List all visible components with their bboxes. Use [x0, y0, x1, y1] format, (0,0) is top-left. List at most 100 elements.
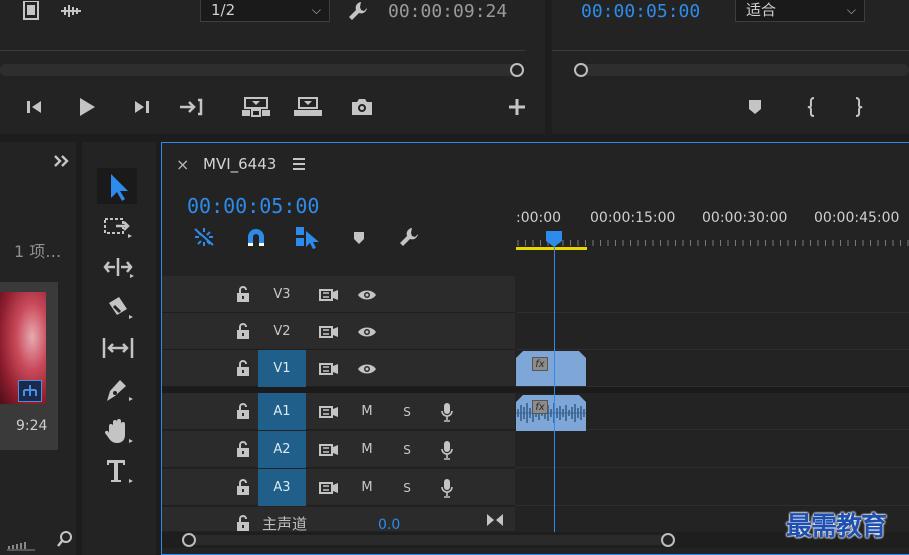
slip-tool-icon[interactable]: [99, 334, 137, 362]
nest-toggle-icon[interactable]: [190, 224, 218, 250]
scrollbar-right-handle[interactable]: [661, 533, 675, 547]
track-name-v3[interactable]: V3: [258, 276, 306, 313]
microphone-icon[interactable]: [434, 431, 460, 468]
source-zoom-scrollbar[interactable]: [0, 64, 520, 76]
source-timeline-ruler[interactable]: [0, 40, 525, 62]
source-timecode[interactable]: 00:00:09:24: [388, 1, 507, 22]
audio-waveform-icon[interactable]: [58, 0, 84, 22]
add-marker-icon[interactable]: [744, 94, 766, 120]
master-label: 主声道: [262, 515, 308, 533]
hand-tool-icon[interactable]: [99, 416, 137, 446]
search-icon[interactable]: [54, 528, 76, 550]
lock-icon[interactable]: [236, 403, 250, 419]
sync-lock-icon[interactable]: [314, 393, 344, 430]
lock-icon[interactable]: [236, 360, 250, 376]
lock-icon[interactable]: [236, 323, 250, 339]
video-clip[interactable]: fx: [516, 351, 586, 386]
sync-lock-icon[interactable]: [314, 431, 344, 468]
track-lane-a3[interactable]: [516, 469, 909, 506]
tab-menu-icon[interactable]: [290, 154, 308, 174]
track-header-v3[interactable]: V3: [162, 276, 515, 313]
master-volume-value[interactable]: 0.0: [378, 517, 400, 533]
microphone-icon[interactable]: [434, 393, 460, 430]
clip-thumbnail[interactable]: 9:24: [0, 282, 58, 450]
playhead-handle[interactable]: [545, 230, 563, 248]
sequence-tab[interactable]: MVI_6443: [203, 155, 276, 173]
track-name-a2[interactable]: A2: [258, 431, 306, 468]
solo-button[interactable]: S: [394, 393, 420, 430]
track-lane-v2[interactable]: [516, 313, 909, 350]
track-name-a1[interactable]: A1: [258, 393, 306, 430]
time-ruler[interactable]: [516, 200, 909, 252]
master-track-header[interactable]: 主声道 0.0: [162, 507, 515, 533]
sync-lock-icon[interactable]: [314, 350, 344, 387]
microphone-icon[interactable]: [434, 469, 460, 506]
track-header-a3[interactable]: A3 M S: [162, 469, 515, 506]
solo-button[interactable]: S: [394, 431, 420, 468]
mark-out-icon[interactable]: [848, 94, 870, 120]
track-name-v2[interactable]: V2: [258, 313, 306, 350]
fx-badge[interactable]: fx: [532, 357, 548, 371]
timeline-scrollbar-thumb[interactable]: [184, 535, 674, 545]
eye-icon[interactable]: [352, 276, 382, 313]
wrench-icon[interactable]: [346, 0, 370, 22]
bowtie-icon[interactable]: [486, 513, 504, 527]
overwrite-icon[interactable]: [292, 94, 324, 120]
type-tool-icon[interactable]: [99, 456, 137, 486]
track-header-a2[interactable]: A2 M S: [162, 431, 515, 468]
selection-tool[interactable]: [97, 168, 137, 204]
mute-button[interactable]: M: [354, 469, 380, 506]
lock-icon[interactable]: [236, 515, 250, 531]
track-select-tool-icon[interactable]: [99, 214, 137, 240]
step-back-icon[interactable]: [22, 94, 48, 120]
ripple-edit-tool-icon[interactable]: [99, 254, 137, 280]
panel-overflow-icon[interactable]: [50, 150, 72, 172]
lock-icon[interactable]: [236, 441, 250, 457]
timeline-settings-wrench-icon[interactable]: [396, 224, 422, 250]
razor-tool-icon[interactable]: [99, 294, 137, 322]
track-header-a1[interactable]: A1 M S: [162, 393, 515, 430]
step-forward-icon[interactable]: [128, 94, 154, 120]
eye-icon[interactable]: [352, 313, 382, 350]
program-zoom-scrollbar[interactable]: [574, 64, 909, 76]
eye-icon[interactable]: [352, 350, 382, 387]
program-scrollbar-handle[interactable]: [574, 63, 588, 77]
zoom-slider-icon[interactable]: [6, 536, 36, 551]
sync-lock-icon[interactable]: [314, 313, 344, 350]
close-tab-icon[interactable]: ×: [176, 155, 189, 174]
track-lane-v3[interactable]: [516, 276, 909, 313]
fx-badge[interactable]: fx: [532, 400, 548, 414]
track-name-a3[interactable]: A3: [258, 469, 306, 506]
lock-icon[interactable]: [236, 479, 250, 495]
track-header-v2[interactable]: V2: [162, 313, 515, 350]
program-timeline-ruler[interactable]: [552, 40, 909, 62]
pen-tool-icon[interactable]: [99, 376, 137, 404]
track-lane-a2[interactable]: [516, 431, 909, 468]
camera-icon[interactable]: [348, 94, 376, 120]
insert-icon[interactable]: [240, 94, 272, 120]
play-icon[interactable]: [74, 94, 100, 120]
lock-icon[interactable]: [236, 286, 250, 302]
mark-in-icon[interactable]: [800, 94, 822, 120]
linked-selection-icon[interactable]: [292, 224, 322, 250]
timeline-timecode[interactable]: 00:00:05:00: [187, 194, 319, 218]
track-header-v1[interactable]: V1: [162, 350, 515, 387]
resolution-select[interactable]: 1/2 ⌵: [200, 0, 330, 22]
solo-button[interactable]: S: [394, 469, 420, 506]
program-timecode[interactable]: 00:00:05:00: [581, 1, 700, 22]
film-strip-icon[interactable]: [20, 0, 42, 22]
go-to-out-icon[interactable]: [178, 94, 206, 120]
audio-clip[interactable]: fx: [516, 395, 586, 431]
add-marker-icon[interactable]: [348, 226, 370, 250]
mute-button[interactable]: M: [354, 431, 380, 468]
add-button-icon[interactable]: [504, 94, 530, 120]
sync-lock-icon[interactable]: [314, 469, 344, 506]
sync-lock-icon[interactable]: [314, 276, 344, 313]
track-name-v1[interactable]: V1: [258, 350, 306, 387]
mute-button[interactable]: M: [354, 393, 380, 430]
source-scrollbar-handle[interactable]: [510, 63, 524, 77]
snap-magnet-icon[interactable]: [242, 224, 270, 250]
zoom-select[interactable]: 适合 ⌵: [735, 0, 865, 22]
scrollbar-left-handle[interactable]: [182, 533, 196, 547]
thumb-duration: 9:24: [16, 418, 48, 434]
